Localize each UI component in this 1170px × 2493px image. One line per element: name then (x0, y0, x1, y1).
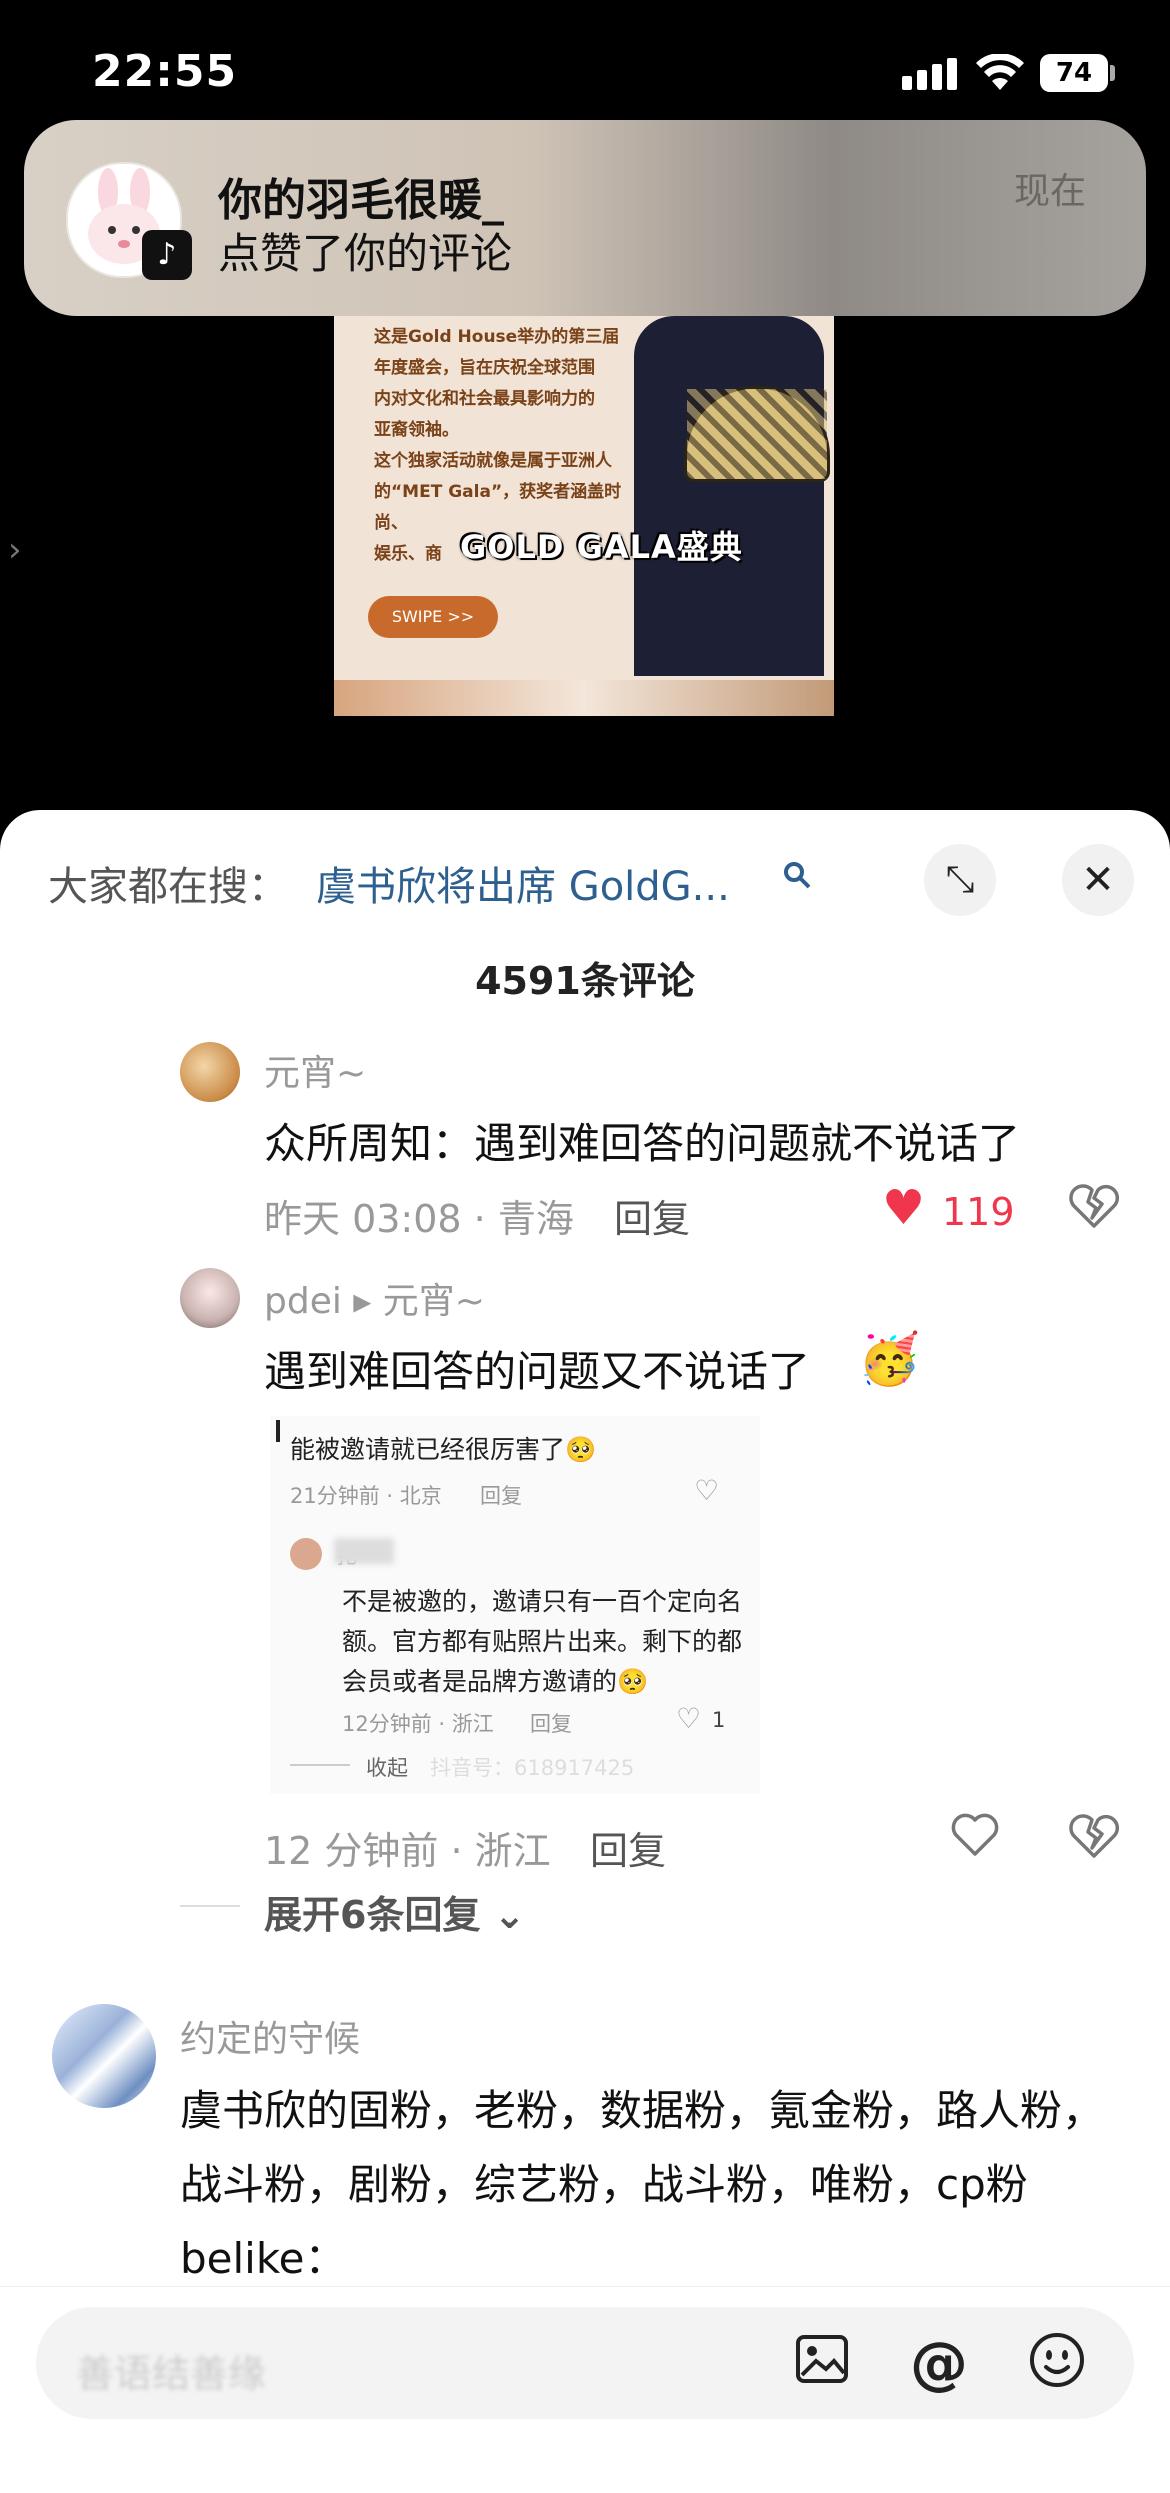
embed-like-count: 1 (712, 1708, 726, 1732)
dislike-icon[interactable] (1068, 1812, 1120, 1864)
video-frame[interactable]: 这是Gold House举办的第三届 年度盛会，旨在庆祝全球范围 内对文化和社会… (334, 316, 834, 716)
chevron-right-icon[interactable]: › (8, 530, 22, 570)
search-icon[interactable] (782, 860, 812, 898)
embed-text: 能被邀请就已经很厉害了🥺 (290, 1435, 597, 1464)
notification-title: 你的羽毛很暖_ (218, 175, 504, 226)
heart-icon: ♡ (694, 1474, 720, 1507)
video-caption: GOLD GALA盛典 (460, 528, 743, 566)
divider (180, 1905, 240, 1907)
comment-attached-image[interactable]: 能被邀请就已经很厉害了🥺 21分钟前 · 北京 回复 ♡ 扎 不是被邀的，邀请只… (270, 1416, 760, 1794)
heart-icon[interactable] (950, 1812, 1000, 1862)
notification-body: 点赞了你的评论 (218, 229, 513, 278)
like-count: 119 (942, 1190, 1015, 1234)
embed-text: 不是被邀的，邀请只有一百个定向名 (342, 1587, 743, 1616)
dislike-icon[interactable] (1068, 1182, 1120, 1234)
status-bar: 22:55 74 (0, 0, 1170, 120)
swipe-button: SWIPE >> (368, 596, 498, 638)
expand-icon[interactable]: ⤡ (924, 844, 996, 916)
clock: 22:55 (92, 46, 238, 97)
embed-reply: 回复 (530, 1712, 572, 1736)
embed-meta: 12分钟前 · 浙江 (342, 1712, 494, 1736)
battery-tip (1110, 65, 1115, 81)
avatar[interactable] (180, 1268, 240, 1328)
video-person-figure (634, 316, 824, 676)
embed-meta: 21分钟前 · 北京 (290, 1484, 442, 1508)
heart-filled-icon[interactable]: ♥ (882, 1180, 925, 1236)
comment-text: 虞书欣的固粉，老粉，数据粉，氪金粉，路人粉，战斗粉，剧粉，综艺粉，战斗粉，唯粉，… (180, 2086, 1105, 2283)
mention-icon[interactable]: @ (910, 2329, 968, 2397)
search-suggestion-link[interactable]: 虞书欣将出席 GoldG... (316, 854, 730, 912)
embed-text: 会员或者是品牌方邀请的🥺 (342, 1667, 649, 1696)
embed-watermark: 抖音号：618917425 (430, 1756, 635, 1780)
emoji-icon[interactable] (1028, 2331, 1086, 2402)
comment-username[interactable]: pdei ▸ 元宵~ (264, 1272, 485, 1324)
close-icon[interactable]: ✕ (1062, 844, 1134, 916)
tiktok-icon: ♪ (142, 230, 192, 280)
comment-count: 4591条评论 (475, 959, 695, 1003)
embed-text: 额。官方都有贴照片出来。剩下的都 (342, 1627, 743, 1656)
avatar[interactable] (52, 2004, 156, 2108)
comment-input-bar: 善语结善缘 @ (0, 2286, 1170, 2493)
reply-button[interactable]: 回复 (614, 1188, 690, 1243)
expand-replies-button[interactable]: 展开6条回复 ⌄ (264, 1884, 526, 1939)
notification-banner[interactable]: ♪ 你的羽毛很暖_ 点赞了你的评论 现在 (24, 120, 1146, 316)
image-icon[interactable] (794, 2331, 850, 2400)
notification-time: 现在 (1014, 171, 1087, 212)
comment-username[interactable]: 约定的守候 (180, 2010, 360, 2062)
embed-collapse: 收起 (366, 1756, 408, 1780)
cellular-signal-icon (902, 58, 957, 90)
fan-prop (684, 386, 830, 482)
comment-username[interactable]: 元宵~ (264, 1044, 366, 1096)
comment-input[interactable]: 善语结善缘 @ (36, 2307, 1134, 2419)
video-bottom-strip (334, 680, 834, 716)
battery-indicator: 74 (1040, 54, 1108, 92)
comment-meta: 昨天 03:08 · 青海 (264, 1197, 574, 1241)
embed-reply: 回复 (480, 1484, 522, 1508)
input-placeholder: 善语结善缘 (76, 2352, 267, 2396)
reply-button[interactable]: 回复 (590, 1820, 666, 1875)
comment-meta: 12 分钟前 · 浙江 (264, 1829, 551, 1873)
party-emoji: 🥳 (858, 1330, 921, 1388)
comment-text: 遇到难回答的问题又不说话了 (264, 1347, 811, 1396)
comments-sheet: 大家都在搜： 虞书欣将出席 GoldG... ⤡ ✕ 4591条评论 元宵~ 众… (0, 810, 1170, 2492)
wifi-icon (976, 54, 1024, 90)
embed-avatar (290, 1538, 322, 1570)
heart-icon: ♡ (676, 1702, 702, 1735)
comment-text: 众所周知：遇到难回答的问题就不说话了 (264, 1119, 1021, 1168)
avatar[interactable] (180, 1042, 240, 1102)
search-suggestion-prefix: 大家都在搜： (48, 864, 288, 910)
